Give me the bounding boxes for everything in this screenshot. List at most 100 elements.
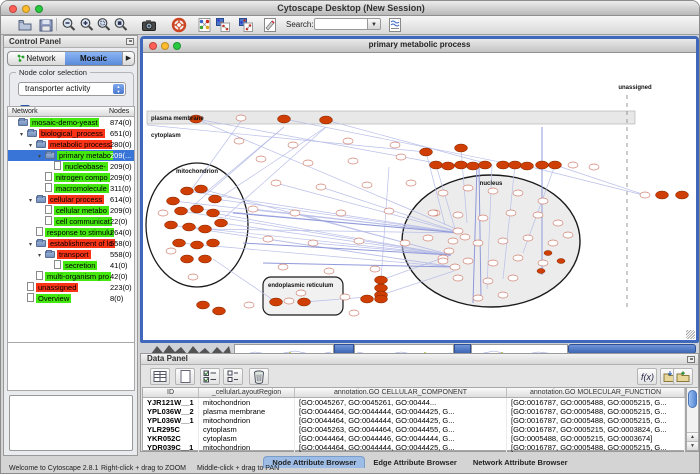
tree-row[interactable]: multi-organism pro42(0) [8,271,134,282]
status-bar: Welcome to Cytoscape 2.8.1 Right-click +… [1,464,700,474]
tree-row[interactable]: ▾primary metabo209(... [8,150,134,161]
resize-grip[interactable] [686,330,695,339]
birdseye-view-panel[interactable] [9,395,133,451]
scroll-down-icon[interactable]: ▼ [687,441,698,450]
tab-mosaic[interactable]: Mosaic [65,52,122,65]
column-header[interactable]: annotation.GO MOLECULAR_FUNCTION [507,388,685,397]
open-icon[interactable] [17,17,33,33]
search-input[interactable] [314,18,368,30]
tree-row[interactable]: mosaic-demo-yeast874(0) [8,117,134,128]
save-icon[interactable] [38,17,54,33]
folder-icon [36,196,46,203]
zoom-selected-icon[interactable] [96,17,112,33]
file-icon [36,271,43,280]
search-dropdown-icon[interactable]: ▼ [368,18,381,30]
snapshot-icon[interactable] [141,17,157,33]
tree-row[interactable]: cell communicat22(0) [8,216,134,227]
status-welcome: Welcome to Cytoscape 2.8.1 [9,465,98,472]
tree-item-label: nitrogen compo [54,173,110,182]
table-row[interactable]: YLR295Ccytoplasm[GO:0045263, GO:0044464,… [143,425,685,434]
file-icon [54,260,61,269]
table-row[interactable]: YDR039C__1mitochondrion[GO:0044464, GO:0… [143,443,685,452]
tree-row[interactable]: ▾biological_process651(0) [8,128,134,139]
tree-row[interactable]: ▾transport558(0) [8,249,134,260]
table-cell: [GO:0016787, GO:0005488, GO:0005215, G..… [507,416,685,425]
tree-item-label: establishment of lo [48,239,115,248]
svg-text:unassigned: unassigned [618,85,652,91]
node-count: 209(0) [110,161,132,172]
scrollbar-thumb[interactable] [688,390,697,408]
network-overlay-icon[interactable] [197,17,213,33]
float-panel-icon[interactable] [126,38,134,45]
column-header[interactable]: annotation.GO CELLULAR_COMPONENT [295,388,507,397]
tree-item-label: macromolecule [54,184,109,193]
help-icon[interactable] [171,17,187,33]
load-attributes-icon[interactable] [673,368,693,385]
table-row[interactable]: YKR052Ccytoplasm[GO:0044464, GO:0044446,… [143,434,685,443]
tree-row[interactable]: unassigned223(0) [8,282,134,293]
column-header[interactable]: ID [143,388,199,397]
report-icon[interactable] [387,17,403,33]
table-cell: [GO:0016787, GO:0005488, GO:0005215, G..… [507,398,685,407]
tree-row[interactable]: cellular metabo209(0) [8,205,134,216]
network-graph[interactable]: plasma membranecytoplasmmitochondrionnuc… [143,53,696,340]
search-label: Search: [286,20,314,29]
node-count: 874(0) [110,117,132,128]
attribute-select-icon[interactable] [150,368,170,385]
table-row[interactable]: YPL036W__1mitochondrion[GO:0044464, GO:0… [143,416,685,425]
tree-row[interactable]: nucleobase-209(0) [8,161,134,172]
table-scrollbar[interactable]: ▲ ▼ [686,387,699,451]
tree-row[interactable]: ▾cellular process614(0) [8,194,134,205]
layout-icon-2[interactable] [238,17,254,33]
zoom-in-icon[interactable] [79,17,95,33]
tree-row[interactable]: ▾metabolic process280(0) [8,139,134,150]
table-cell: [GO:0044464, GO:0044446, GO:0044444, G..… [295,434,507,443]
zoom-fit-icon[interactable] [113,17,129,33]
delete-attribute-icon[interactable] [249,368,269,385]
file-icon [27,293,34,302]
annotation-icon[interactable] [262,17,278,33]
zoom-out-icon[interactable] [61,17,77,33]
tree-row[interactable]: Overview 8(0) [8,293,134,304]
network-window-titlebar[interactable]: primary metabolic process [143,39,696,53]
table-cell: YJR121W__1 [143,398,199,407]
attribute-unselect-icon[interactable] [223,368,243,385]
tree-row[interactable]: secretion41(0) [8,260,134,271]
float-panel-icon[interactable] [687,356,695,363]
node-color-dropdown[interactable]: transporter activity ▲▼ [18,82,126,96]
svg-text:endoplasmic reticulum: endoplasmic reticulum [268,283,333,289]
table-cell: [GO:0044464, GO:0044444, GO:0044425, G..… [295,443,507,452]
node-count: 8(0) [110,293,123,304]
folder-icon [45,251,55,258]
tab-network[interactable]: Network [8,52,65,65]
control-panel-header: Control Panel [4,36,137,48]
layout-icon-1[interactable] [215,17,231,33]
tree-item-label: secretion [63,261,97,270]
tree-row[interactable]: nitrogen compo209(0) [8,172,134,183]
attribute-table[interactable]: ID_cellularLayoutRegionannotation.GO CEL… [142,387,686,451]
tree-row[interactable]: ▾establishment of lo558(0) [8,238,134,249]
main-toolbar: Search: ▼ [1,16,700,35]
tree-item-label: Overview [36,294,71,303]
formula-builder-icon[interactable]: f(x) [637,368,657,385]
table-row[interactable]: YJR121W__1mitochondrion[GO:0045267, GO:0… [143,398,685,407]
file-icon [54,161,61,170]
column-header[interactable]: _cellularLayoutRegion [199,388,295,397]
network-canvas[interactable]: plasma membranecytoplasmmitochondrionnuc… [143,53,696,340]
table-cell: [GO:0045267, GO:0045261, GO:00444... [295,398,507,407]
new-attribute-icon[interactable] [175,368,195,385]
scroll-up-icon[interactable]: ▲ [687,432,698,441]
tree-header: Network Nodes [7,106,135,117]
tree-row[interactable]: macromolecule311(0) [8,183,134,194]
tree-row[interactable]: response to stimulu264(0) [8,227,134,238]
folder-icon [27,130,37,137]
mdi-desktop: primary metabolic process plasma membran… [140,35,699,353]
network-view-window[interactable]: primary metabolic process plasma membran… [140,36,699,343]
tree-item-label: transport [57,250,91,259]
control-panel: Control Panel Network Mosaic ▶ Node colo… [3,35,138,456]
tab-overflow-icon[interactable]: ▶ [122,52,134,65]
attribute-checklist-icon[interactable] [200,368,220,385]
table-cell: [GO:0016787, GO:0005215, GO:0003824, G..… [507,425,685,434]
table-row[interactable]: YPL036W__2plasma membrane[GO:0044464, GO… [143,407,685,416]
status-pan-hint: Middle-click + drag to PAN [197,465,279,472]
